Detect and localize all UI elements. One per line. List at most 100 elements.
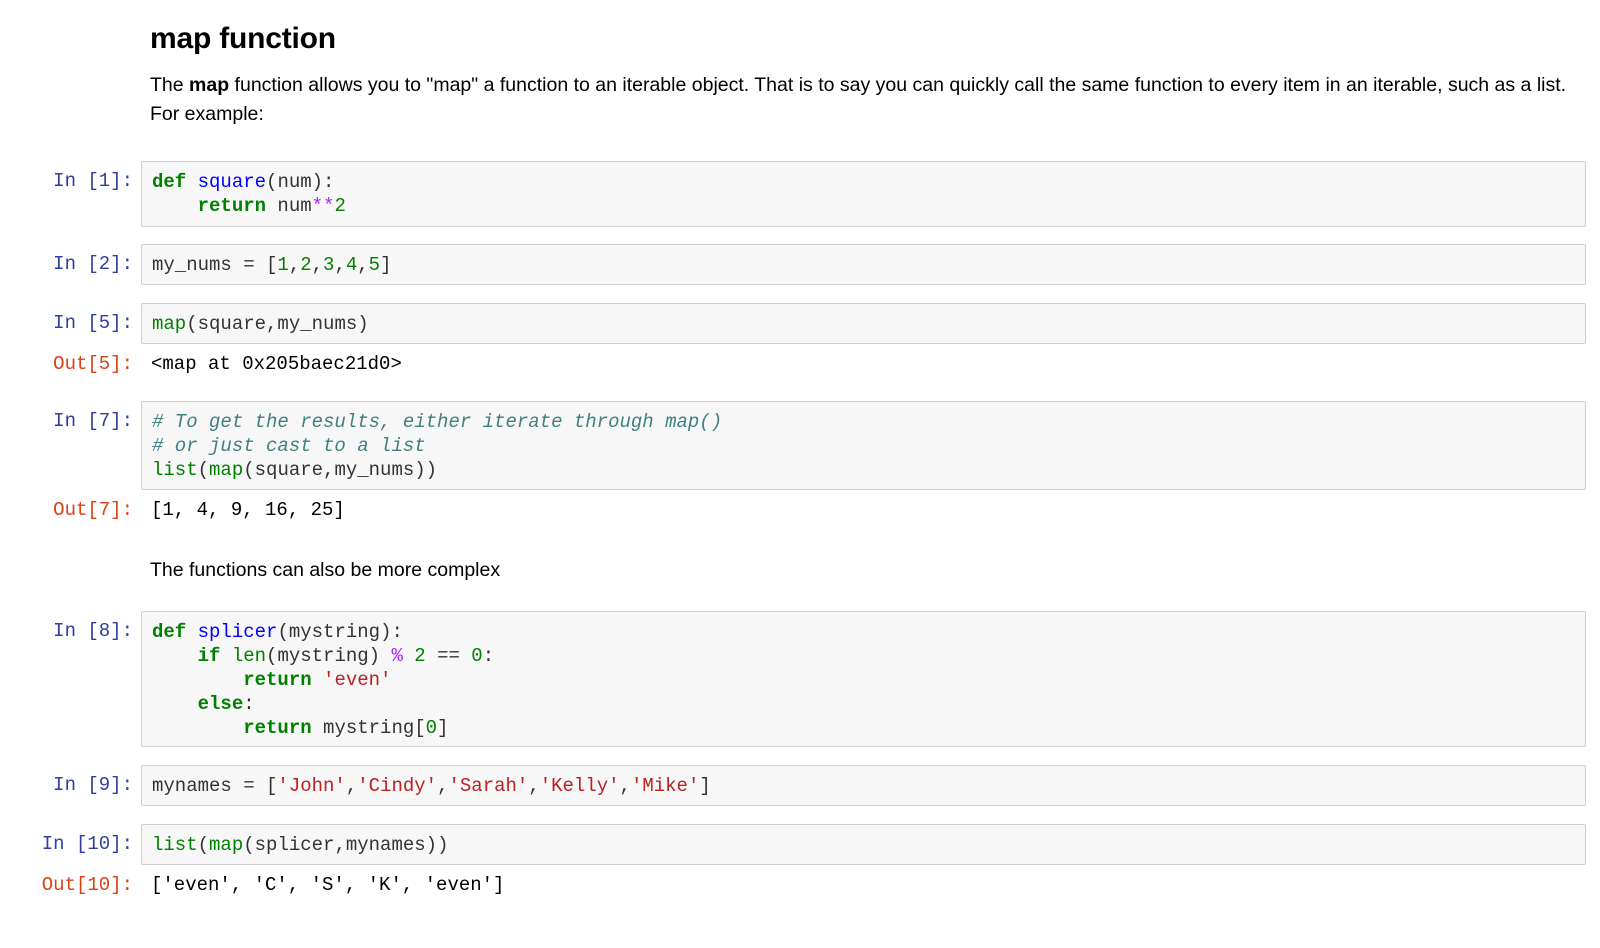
code-line: my_nums = [1,2,3,4,5] [152,253,391,277]
code-token: , [345,775,358,797]
code-cell-7[interactable]: # To get the results, either iterate thr… [141,401,1586,490]
code-token: (num): [266,171,335,193]
code-token: ] [437,717,449,739]
code-line: def square(num): [152,170,346,194]
code-token: mynames = [ [152,775,278,797]
code-token: , [288,254,301,276]
code-editor-7[interactable]: # To get the results, either iterate thr… [152,410,722,482]
code-token: def [152,621,187,643]
input-prompt-8: In [8]: [53,620,133,642]
code-token: ** [311,195,335,217]
code-line: return mystring[0] [152,716,494,740]
input-prompt-2: In [2]: [53,253,133,275]
code-line: return 'even' [152,668,494,692]
code-token: my_nums = [ [152,254,278,276]
code-line: def splicer(mystring): [152,620,494,644]
code-editor-9[interactable]: mynames = ['John','Cindy','Sarah','Kelly… [152,774,711,798]
code-token: 'Mike' [630,775,700,797]
code-cell-1[interactable]: def square(num): return num**2 [141,161,1586,227]
code-token: ] [380,254,392,276]
code-token: 'Cindy' [357,775,438,797]
output-7: [1, 4, 9, 16, 25] [151,499,345,521]
code-token: 'John' [277,775,346,797]
code-token: 1 [277,254,289,276]
code-token: 'Kelly' [539,775,620,797]
code-editor-8[interactable]: def splicer(mystring): if len(mystring) … [152,620,494,740]
code-token: , [311,254,324,276]
code-token: 0 [425,717,438,739]
code-token: (square,my_nums)) [243,459,438,481]
code-token: 3 [323,254,335,276]
code-cell-9[interactable]: mynames = ['John','Cindy','Sarah','Kelly… [141,765,1586,806]
code-line: return num**2 [152,194,346,218]
intro-paragraph: The map function allows you to "map" a f… [150,71,1580,129]
code-token: square [197,171,267,193]
code-token: num [266,195,312,217]
output-prompt-5: Out[5]: [53,353,133,375]
code-token: % [391,645,403,667]
output-10: ['even', 'C', 'S', 'K', 'even'] [151,874,505,896]
code-token: 'even' [323,669,392,691]
code-line: # or just cast to a list [152,434,722,458]
code-token: 2 [334,195,346,217]
code-token: return [243,669,312,691]
output-prompt-10: Out[10]: [41,874,133,896]
code-token: 0 [471,645,483,667]
code-token: (square,my_nums) [186,313,369,335]
code-token: 2 [414,645,426,667]
code-token: ( [197,834,210,856]
intro-text-before: The [150,74,190,96]
code-token: (mystring): [277,621,403,643]
code-token: ] [699,775,711,797]
code-cell-5[interactable]: map(square,my_nums) [141,303,1586,344]
section-heading: map function [150,22,336,55]
code-token: if [197,645,221,667]
code-cell-10[interactable]: list(map(splicer,mynames)) [141,824,1586,865]
code-line: map(square,my_nums) [152,312,369,336]
code-token: : [482,645,495,667]
input-prompt-1: In [1]: [53,170,133,192]
code-token: splicer [197,621,278,643]
code-token: def [152,171,187,193]
code-token: mystring[ [311,717,426,739]
code-line: mynames = ['John','Cindy','Sarah','Kelly… [152,774,711,798]
code-token: : [243,693,255,715]
code-token: list [152,459,198,481]
intro-text-after: function allows you to "map" a function … [150,74,1567,125]
code-line: else: [152,692,494,716]
code-token: , [619,775,631,797]
markdown-cell-intro: map function The map function allows you… [150,22,1580,129]
code-token: ( [197,459,210,481]
code-token: 4 [345,254,358,276]
code-line: list(map(square,my_nums)) [152,458,722,482]
code-token: (mystring) [266,645,392,667]
code-token: map [209,459,244,481]
code-token: map [152,313,187,335]
output-prompt-7: Out[7]: [53,499,133,521]
code-editor-1[interactable]: def square(num): return num**2 [152,170,346,218]
code-token: map [209,834,244,856]
code-editor-2[interactable]: my_nums = [1,2,3,4,5] [152,253,391,277]
code-line: if len(mystring) % 2 == 0: [152,644,495,668]
code-token: == [425,645,472,667]
code-token: return [197,195,267,217]
code-cell-8[interactable]: def splicer(mystring): if len(mystring) … [141,611,1586,747]
middle-paragraph: The functions can also be more complex [150,559,501,581]
code-token: # or just cast to a list [152,435,426,457]
output-5: <map at 0x205baec21d0> [151,353,402,375]
code-editor-10[interactable]: list(map(splicer,mynames)) [152,833,448,857]
code-token: , [357,254,369,276]
code-editor-5[interactable]: map(square,my_nums) [152,312,369,336]
code-token: , [334,254,346,276]
code-token: , [437,775,449,797]
code-cell-2[interactable]: my_nums = [1,2,3,4,5] [141,244,1586,285]
code-token: (splicer,mynames)) [243,834,449,856]
